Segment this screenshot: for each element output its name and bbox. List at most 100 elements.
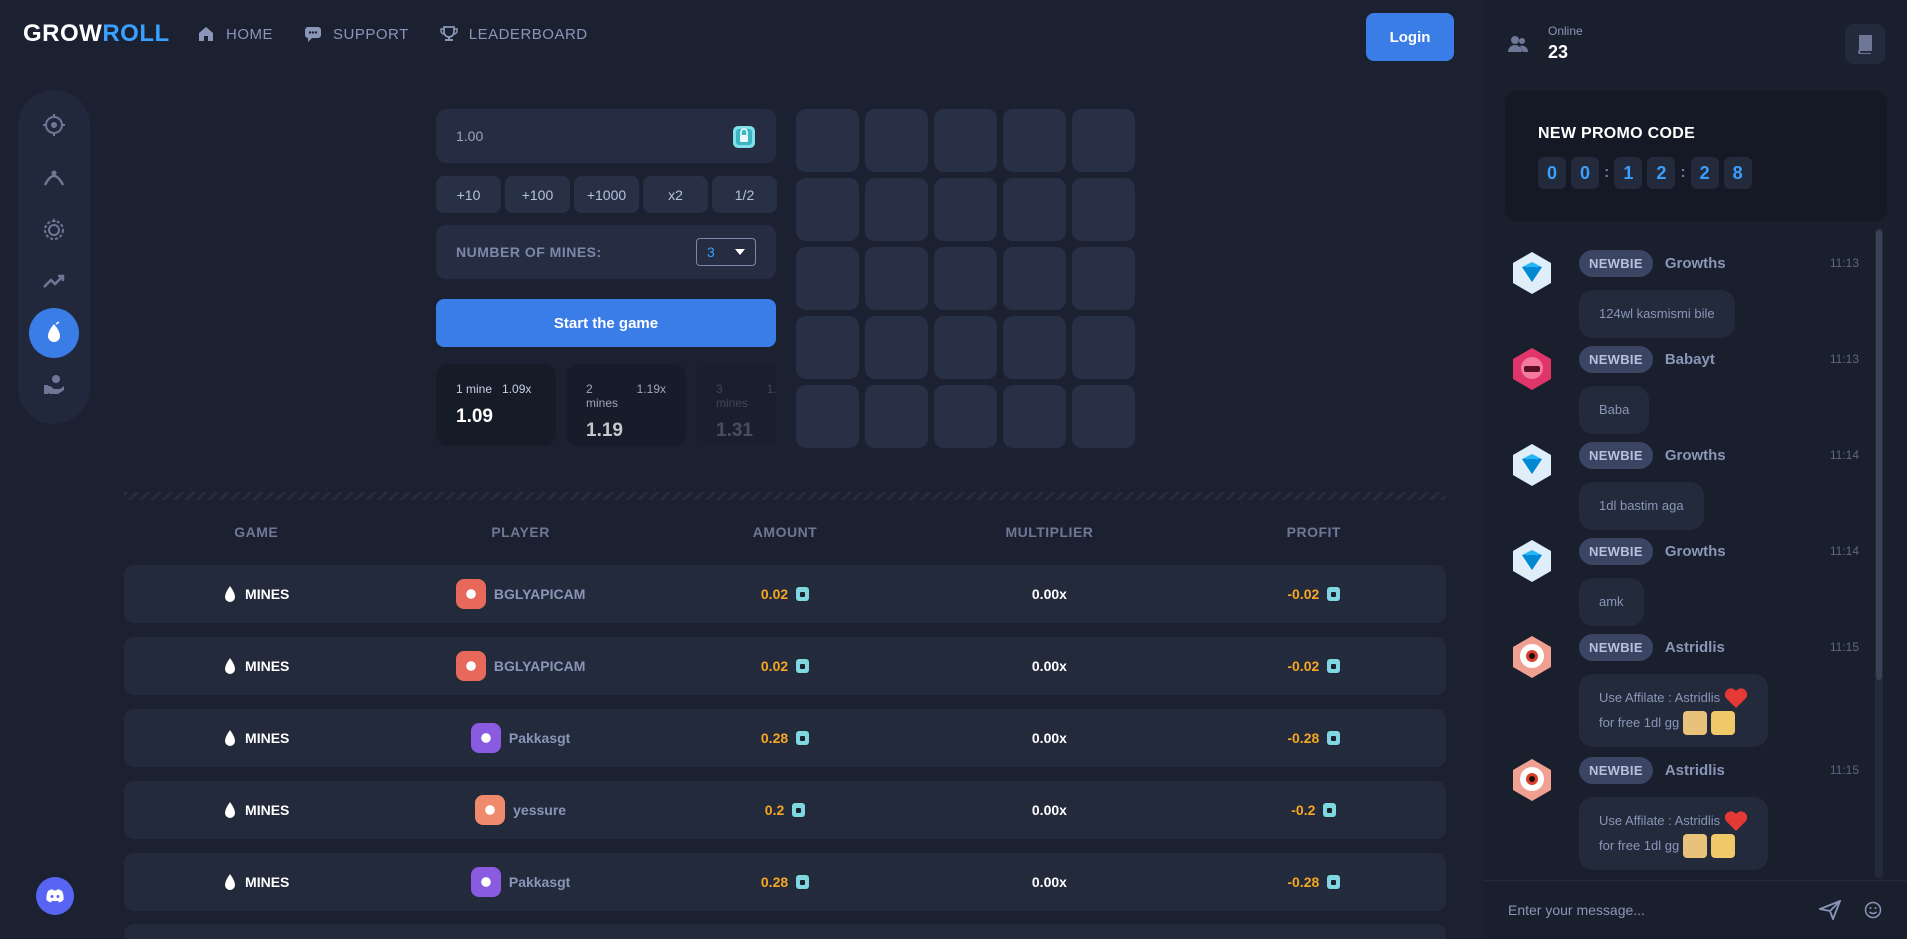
mine-tile[interactable] [1072, 109, 1135, 172]
quick-plus-100[interactable]: +100 [505, 176, 570, 213]
mine-tile[interactable] [796, 247, 859, 310]
mine-tile[interactable] [1003, 316, 1066, 379]
sidebar-item-crash[interactable] [29, 152, 79, 202]
bet-amount: 0.02 [760, 658, 789, 674]
mine-tile[interactable] [865, 109, 928, 172]
username[interactable]: Growths [1665, 447, 1726, 464]
cell-amount: 0.28 [653, 730, 917, 746]
chat-icon [305, 27, 321, 42]
mine-tile[interactable] [934, 178, 997, 241]
sidebar-item-trend[interactable] [29, 256, 79, 306]
mine-tile[interactable] [934, 385, 997, 448]
multiplier-strip[interactable]: 1 mine 1.09x 1.09 2 mines 1.19x 1.19 3 min… [436, 364, 776, 446]
multiplier: 0.00x [1031, 586, 1067, 602]
bomb-icon [48, 321, 60, 342]
sidebar-item-target[interactable] [29, 100, 79, 150]
sidebar-item-affiliate[interactable] [29, 360, 79, 410]
message-text-line2: for free 1dl gg [1599, 837, 1680, 853]
user-avatar [1513, 759, 1551, 801]
cell-player[interactable]: BGLYAPICAM [388, 579, 652, 609]
mine-tile[interactable] [1072, 316, 1135, 379]
heart-eyes-emoji-icon [1711, 711, 1736, 736]
mine-tile[interactable] [1003, 109, 1066, 172]
mines-count-select[interactable]: 3 [696, 238, 756, 266]
bet-amount: 0.2 [764, 802, 785, 818]
mine-tile[interactable] [1003, 178, 1066, 241]
bet-amount-input[interactable]: 1.00 [436, 109, 776, 163]
sidebar-item-mines[interactable] [29, 308, 79, 358]
username[interactable]: Babayt [1665, 351, 1715, 368]
mine-tile[interactable] [934, 109, 997, 172]
quick-bet-buttons: +10 +100 +1000 x2 1/2 [436, 176, 777, 213]
mine-tile[interactable] [796, 178, 859, 241]
bet-amount: 0.02 [760, 586, 789, 602]
quick-half[interactable]: 1/2 [712, 176, 777, 213]
user-avatar [1513, 444, 1551, 486]
cell-player[interactable]: BGLYAPICAM [388, 651, 652, 681]
rules-button[interactable] [1845, 24, 1885, 64]
mine-tile[interactable] [1072, 385, 1135, 448]
player-name: Pakkasgt [508, 730, 571, 746]
cell-game: MINES [124, 585, 388, 603]
countdown-digit: 1 [1614, 157, 1643, 189]
home-icon [199, 27, 213, 41]
mine-tile[interactable] [1072, 178, 1135, 241]
sidebar-item-roulette[interactable] [29, 204, 79, 254]
quick-double[interactable]: x2 [643, 176, 708, 213]
promo-countdown: 0 0 : 1 2 : 2 8 [1538, 157, 1854, 189]
username[interactable]: Astridlis [1665, 639, 1725, 656]
cell-amount: 0.2 [653, 802, 917, 818]
mine-tile[interactable] [796, 109, 859, 172]
header: GROWROLL HOME SUPPORT LEADERBOARD Login [0, 0, 1484, 74]
nav-home[interactable]: HOME [196, 24, 273, 44]
nav-leaderboard-label: LEADERBOARD [468, 25, 588, 43]
mine-tile[interactable] [1003, 247, 1066, 310]
game-name: MINES [245, 658, 290, 674]
mine-tile[interactable] [1072, 247, 1135, 310]
mine-tile[interactable] [934, 247, 997, 310]
users-icon [1508, 35, 1528, 52]
mine-tile[interactable] [1003, 385, 1066, 448]
logo[interactable]: GROWROLL [23, 20, 170, 48]
discord-button[interactable] [36, 877, 74, 915]
countdown-digit: 2 [1647, 157, 1676, 189]
cell-player[interactable]: Pakkasgt [388, 723, 652, 753]
mine-tile[interactable] [796, 316, 859, 379]
start-game-button[interactable]: Start the game [436, 299, 776, 347]
player-avatar [455, 651, 486, 681]
quick-plus-10[interactable]: +10 [436, 176, 501, 213]
mine-tile[interactable] [934, 316, 997, 379]
wheel-icon [44, 218, 64, 240]
col-game: GAME [234, 524, 279, 540]
mine-tile[interactable] [865, 385, 928, 448]
message-time: 11:14 [1829, 544, 1859, 558]
nav-leaderboard[interactable]: LEADERBOARD [439, 24, 588, 44]
user-avatar [1513, 252, 1551, 294]
message-time: 11:15 [1829, 763, 1859, 777]
quick-plus-1000[interactable]: +1000 [574, 176, 639, 213]
cell-game: MINES [124, 873, 388, 891]
arch-icon [43, 170, 65, 186]
game-name: MINES [245, 874, 290, 890]
send-icon[interactable] [1819, 900, 1841, 920]
discord-icon [46, 889, 64, 903]
username[interactable]: Growths [1665, 255, 1726, 272]
profit: -0.28 [1287, 730, 1320, 746]
player-avatar [475, 795, 506, 825]
chat-scroll-thumb[interactable] [1876, 230, 1882, 680]
emoji-icon[interactable] [1864, 901, 1882, 919]
nav-support[interactable]: SUPPORT [303, 24, 409, 44]
mine-tile[interactable] [796, 385, 859, 448]
cell-player[interactable]: Pakkasgt [388, 867, 652, 897]
login-button[interactable]: Login [1366, 13, 1454, 61]
game-name: MINES [245, 586, 290, 602]
bet-amount: 0.28 [760, 730, 789, 746]
mine-tile[interactable] [865, 178, 928, 241]
username[interactable]: Astridlis [1665, 762, 1725, 779]
mine-tile[interactable] [865, 247, 928, 310]
user-avatar [1513, 540, 1551, 582]
cell-player[interactable]: yessure [388, 795, 652, 825]
username[interactable]: Growths [1665, 543, 1726, 560]
chat-message-input[interactable]: Enter your message... [1508, 902, 1645, 918]
mine-tile[interactable] [865, 316, 928, 379]
